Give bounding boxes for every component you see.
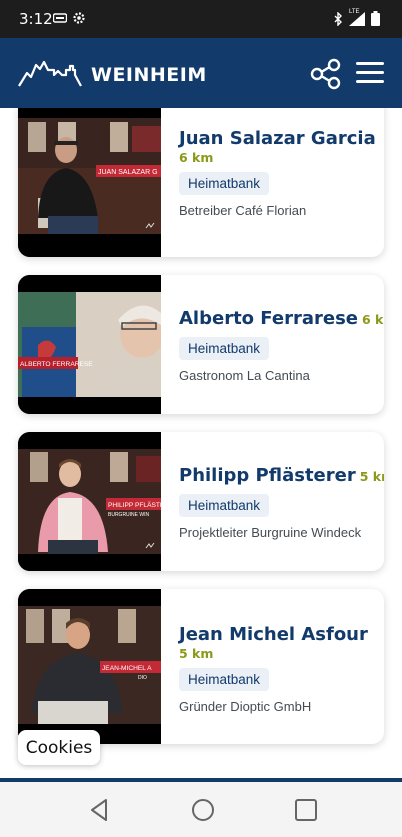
person-name: Alberto Ferrarese xyxy=(179,308,358,329)
video-subcaption: BURGRUINE WIN xyxy=(108,512,150,518)
video-thumbnail-image: JEAN-MICHEL A DIO xyxy=(18,589,161,744)
person-role: Gründer Dioptic GmbH xyxy=(179,699,312,714)
share-icon xyxy=(310,58,341,90)
recents-icon xyxy=(295,799,317,821)
status-bar: 3:12 LTE xyxy=(0,0,402,38)
distance-label: 6 km xyxy=(362,312,384,327)
video-thumbnail-image: PHILIPP PFLÄSTE BURGRUINE WIN xyxy=(18,432,161,571)
cookies-button[interactable]: Cookies xyxy=(18,730,100,765)
video-caption: JUAN SALAZAR G xyxy=(98,169,158,176)
person-name: Philipp Pflästerer xyxy=(179,465,356,486)
category-badge[interactable]: Heimatbank xyxy=(179,668,270,691)
hamburger-menu-button[interactable] xyxy=(356,62,386,86)
person-name: Juan Salazar Garcia xyxy=(179,128,376,149)
system-nav-bar xyxy=(0,782,402,837)
distance-label: 5 km xyxy=(359,469,384,484)
person-name: Jean Michel Asfour xyxy=(179,624,368,645)
person-role: Gastronom La Cantina xyxy=(179,368,310,383)
logo-text: WEINHEIM xyxy=(91,63,207,86)
home-button[interactable] xyxy=(191,798,215,822)
video-thumbnail[interactable]: PHILIPP PFLÄSTE BURGRUINE WIN xyxy=(18,432,161,571)
home-icon xyxy=(192,799,214,821)
recents-button[interactable] xyxy=(294,798,318,822)
video-thumbnail-image: ALBERTO FERRARESE xyxy=(18,275,161,414)
settings-icon xyxy=(73,12,85,24)
person-role: Betreiber Café Florian xyxy=(179,203,307,218)
person-card[interactable]: JEAN-MICHEL A DIO Jean Michel Asfour 5 k… xyxy=(18,589,384,744)
distance-label: 5 km xyxy=(179,646,214,661)
share-button[interactable] xyxy=(310,58,342,90)
people-list: JUAN SALAZAR G Juan Salazar Garcia 6 km … xyxy=(0,108,402,778)
status-time: 3:12 xyxy=(19,10,53,28)
video-thumbnail-image: JUAN SALAZAR G xyxy=(18,108,161,257)
person-card[interactable]: PHILIPP PFLÄSTE BURGRUINE WIN Philipp Pf… xyxy=(18,432,384,571)
skyline-logo-icon xyxy=(18,60,82,87)
battery-icon xyxy=(371,11,380,26)
app-header: WEINHEIM xyxy=(0,38,402,108)
video-subcaption: DIO xyxy=(138,675,147,681)
category-badge[interactable]: Heimatbank xyxy=(179,172,270,195)
back-button[interactable] xyxy=(88,798,112,822)
keyboard-icon xyxy=(53,13,67,23)
distance-label: 6 km xyxy=(179,150,214,165)
bluetooth-icon xyxy=(334,11,342,26)
back-icon xyxy=(91,799,107,821)
video-caption: JEAN-MICHEL A xyxy=(102,665,152,672)
video-caption: PHILIPP PFLÄSTE xyxy=(108,501,161,509)
video-thumbnail[interactable]: ALBERTO FERRARESE xyxy=(18,275,161,414)
category-badge[interactable]: Heimatbank xyxy=(179,337,270,360)
video-thumbnail[interactable]: JEAN-MICHEL A DIO xyxy=(18,589,161,744)
hamburger-menu-icon xyxy=(356,62,384,65)
video-thumbnail[interactable]: JUAN SALAZAR G xyxy=(18,108,161,257)
person-role: Projektleiter Burgruine Windeck xyxy=(179,525,362,540)
weinheim-logo[interactable]: WEINHEIM xyxy=(18,59,207,87)
video-caption: ALBERTO FERRARESE xyxy=(20,361,93,368)
category-badge[interactable]: Heimatbank xyxy=(179,494,270,517)
person-card[interactable]: ALBERTO FERRARESE Alberto Ferrarese6 km … xyxy=(18,275,384,414)
person-card[interactable]: JUAN SALAZAR G Juan Salazar Garcia 6 km … xyxy=(18,108,384,257)
network-label: LTE xyxy=(349,8,360,15)
